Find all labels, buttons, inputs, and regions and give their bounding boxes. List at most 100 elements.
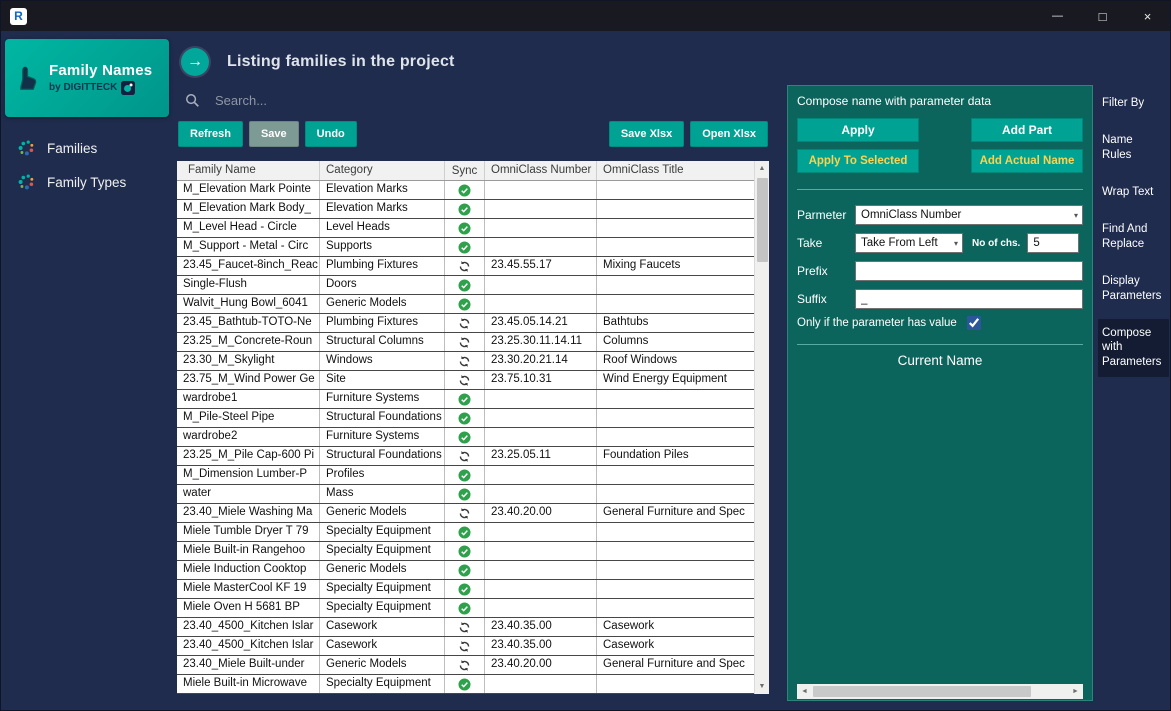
table-row[interactable]: wardrobe2 Furniture Systems (177, 428, 754, 447)
table-row[interactable]: water Mass (177, 485, 754, 504)
synced-check-icon (458, 411, 471, 425)
table-vertical-scrollbar[interactable]: ▲ ▼ (754, 161, 769, 694)
brand-title: Family Names (49, 61, 153, 79)
table-row[interactable]: M_Dimension Lumber-P Profiles (177, 466, 754, 485)
minimize-button[interactable]: — (1035, 1, 1080, 31)
cell-category: Site (320, 371, 445, 389)
close-button[interactable]: × (1125, 1, 1170, 31)
table-row[interactable]: Miele Tumble Dryer T 79 Specialty Equipm… (177, 523, 754, 542)
dotted-swirl-icon (18, 174, 34, 190)
table-row[interactable]: 23.40_Miele Washing Ma Generic Models 23… (177, 504, 754, 523)
table-row[interactable]: 23.25_M_Pile Cap-600 Pi Structural Found… (177, 447, 754, 466)
table-row[interactable]: 23.25_M_Concrete-Roun Structural Columns… (177, 333, 754, 352)
scroll-down-icon[interactable]: ▼ (759, 679, 766, 694)
cell-family-name: Miele Built-in Microwave (177, 675, 320, 693)
table-row[interactable]: 23.45_Faucet-8inch_Reac Plumbing Fixture… (177, 257, 754, 276)
table-row[interactable]: M_Pile-Steel Pipe Structural Foundations (177, 409, 754, 428)
table-row[interactable]: 23.45_Bathtub-TOTO-Ne Plumbing Fixtures … (177, 314, 754, 333)
cell-category: Structural Columns (320, 333, 445, 351)
table-row[interactable]: Miele MasterCool KF 19 Specialty Equipme… (177, 580, 754, 599)
side-tab[interactable]: Compose with Parameters (1098, 318, 1169, 378)
cell-family-name: M_Support - Metal - Circ (177, 238, 320, 256)
prefix-label: Prefix (797, 264, 828, 278)
table-row[interactable]: M_Level Head - Circle Level Heads (177, 219, 754, 238)
table-row[interactable]: M_Elevation Mark Body_ Elevation Marks (177, 200, 754, 219)
open-xlsx-button[interactable]: Open Xlsx (690, 121, 768, 147)
cell-sync (445, 599, 485, 617)
side-tab[interactable]: Find And Replace (1098, 215, 1169, 259)
side-tab[interactable]: Name Rules (1098, 126, 1169, 170)
prefix-input[interactable] (855, 261, 1083, 281)
save-button[interactable]: Save (248, 121, 299, 147)
table-row[interactable]: Walvit_Hung Bowl_6041 Generic Models (177, 295, 754, 314)
table-row[interactable]: Single-Flush Doors (177, 276, 754, 295)
cell-omniclass-number (485, 200, 597, 218)
cell-family-name: Walvit_Hung Bowl_6041 (177, 295, 320, 313)
table-row[interactable]: 23.30_M_Skylight Windows 23.30.20.21.14 … (177, 352, 754, 371)
parameter-dropdown[interactable]: OmniClass Number ▾ (855, 205, 1083, 225)
sidebar-nav-item[interactable]: Family Types (5, 165, 169, 199)
table-row[interactable]: 23.40_4500_Kitchen Islar Casework 23.40.… (177, 618, 754, 637)
table-row[interactable]: wardrobe1 Furniture Systems (177, 390, 754, 409)
column-header-family-name[interactable]: Family Name (177, 161, 320, 180)
refresh-button[interactable]: Refresh (178, 121, 243, 147)
cell-category: Level Heads (320, 219, 445, 237)
synced-check-icon (458, 487, 471, 501)
only-if-label: Only if the parameter has value (797, 317, 957, 329)
sync-arrows-icon (459, 621, 470, 633)
column-header-omniclass-number[interactable]: OmniClass Number (485, 161, 597, 180)
table-row[interactable]: Miele Built-in Rangehoo Specialty Equipm… (177, 542, 754, 561)
only-if-checkbox[interactable] (966, 316, 981, 330)
vertical-scrollbar-thumb[interactable] (756, 178, 768, 262)
synced-check-icon (458, 202, 471, 216)
suffix-input[interactable] (855, 289, 1083, 309)
save-xlsx-button[interactable]: Save Xlsx (608, 121, 685, 147)
brand-subtitle: by DIGITTECK (49, 80, 152, 95)
cell-omniclass-number: 23.75.10.31 (485, 371, 597, 389)
synced-check-icon (458, 525, 471, 539)
table-row[interactable]: Miele Built-in Microwave Specialty Equip… (177, 675, 754, 694)
scroll-up-icon[interactable]: ▲ (759, 161, 766, 176)
cell-family-name: 23.40_4500_Kitchen Islar (177, 618, 320, 636)
table-row[interactable]: M_Elevation Mark Pointe Elevation Marks (177, 181, 754, 200)
take-dropdown[interactable]: Take From Left ▾ (855, 233, 963, 253)
search-input[interactable] (215, 92, 615, 108)
side-tab-label: Display Parameters (1102, 274, 1162, 302)
cell-omniclass-title: Casework (603, 620, 655, 632)
cell-category: Casework (320, 637, 445, 655)
cell-omniclass-number (485, 485, 597, 503)
toolbar-right: Save Xlsx Open Xlsx (608, 121, 768, 147)
arrow-right-icon[interactable]: → (181, 48, 209, 76)
add-actual-name-button[interactable]: Add Actual Name (971, 149, 1083, 173)
compose-horizontal-scrollbar[interactable]: ◄ ► (797, 684, 1083, 699)
add-part-button[interactable]: Add Part (971, 118, 1083, 142)
side-tab[interactable]: Display Parameters (1098, 267, 1169, 311)
column-header-category[interactable]: Category (320, 161, 445, 180)
brand-text: Family Names by DIGITTECK (49, 62, 152, 95)
column-header-sync[interactable]: Sync (445, 161, 485, 180)
synced-check-icon (458, 601, 471, 615)
table-row[interactable]: Miele Induction Cooktop Generic Models (177, 561, 754, 580)
titlebar: R — □ × (1, 1, 1170, 31)
maximize-button[interactable]: □ (1080, 1, 1125, 31)
table-row[interactable]: 23.40_4500_Kitchen Islar Casework 23.40.… (177, 637, 754, 656)
only-if-row: Only if the parameter has value (797, 316, 1083, 330)
sidebar-nav-item[interactable]: Families (5, 131, 169, 165)
scroll-left-icon[interactable]: ◄ (797, 684, 812, 699)
column-header-omniclass-title[interactable]: OmniClass Title (597, 161, 754, 180)
apply-button[interactable]: Apply (797, 118, 919, 142)
side-tab[interactable]: Wrap Text (1098, 178, 1169, 207)
apply-to-selected-button[interactable]: Apply To Selected (797, 149, 919, 173)
scroll-right-icon[interactable]: ► (1068, 684, 1083, 699)
cell-family-name: M_Elevation Mark Pointe (177, 181, 320, 199)
sync-arrows-icon (459, 659, 470, 671)
side-tab[interactable]: Filter By (1098, 89, 1169, 118)
cell-omniclass-title: Wind Energy Equipment (603, 373, 728, 385)
no-of-chs-input[interactable] (1027, 233, 1080, 253)
table-row[interactable]: 23.40_Miele Built-under Generic Models 2… (177, 656, 754, 675)
undo-button[interactable]: Undo (304, 121, 357, 147)
table-row[interactable]: M_Support - Metal - Circ Supports (177, 238, 754, 257)
horizontal-scrollbar-thumb[interactable] (813, 686, 1031, 697)
table-row[interactable]: Miele Oven H 5681 BP Specialty Equipment (177, 599, 754, 618)
table-row[interactable]: 23.75_M_Wind Power Ge Site 23.75.10.31 W… (177, 371, 754, 390)
